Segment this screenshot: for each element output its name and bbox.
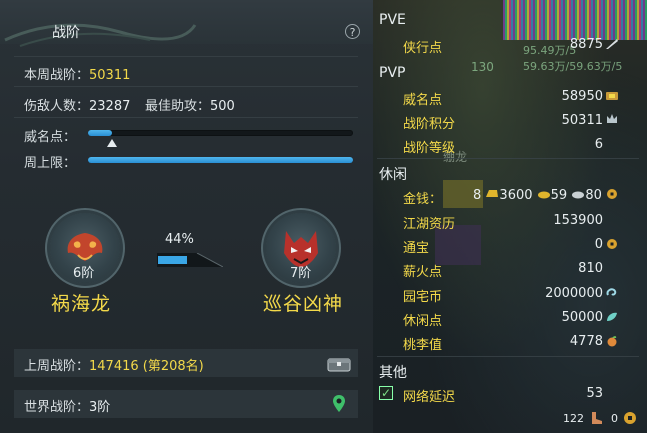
coin-icon	[607, 239, 617, 249]
leisure-item-label: 休闲点	[403, 314, 443, 329]
kills-value: 23287	[89, 99, 131, 114]
other-item-label: 网络延迟	[403, 390, 456, 405]
pvp-item-value: 6	[594, 137, 603, 152]
assist-value: 500	[210, 99, 235, 114]
fame-progress-bar	[88, 130, 353, 136]
gold-bar-icon	[486, 190, 499, 197]
footer-count: 122	[563, 412, 584, 425]
next-rank-level: 7阶	[290, 266, 312, 281]
pve-header: PVE	[379, 12, 406, 28]
badge-icon	[606, 92, 618, 100]
silver-count: 59	[550, 188, 568, 203]
rank-progress-percent: 44%	[165, 232, 194, 247]
leisure-item-value: 2000000	[545, 286, 603, 301]
world-rank-row: 世界战阶：3阶	[24, 396, 110, 415]
assist-label: 最佳助攻：	[145, 99, 211, 114]
background-glitch-stripes	[503, 0, 647, 40]
leisure-header: 休闲	[379, 167, 407, 183]
copper-count: 80	[585, 188, 602, 203]
last-week-value: 147416 (第208名)	[89, 359, 204, 374]
leisure-item-value: 4778	[569, 334, 603, 349]
pvp-item-label: 战阶等级	[403, 141, 456, 156]
pve-item-label: 侠行点	[403, 41, 443, 56]
gold-ingot-icon	[537, 191, 550, 199]
silver-ingot-icon	[572, 191, 585, 199]
kills-row: 伤敌人数：23287	[24, 95, 130, 114]
leisure-item-value: 153900	[553, 213, 603, 228]
copper-coin-icon	[607, 189, 618, 199]
next-rank-name: 巡谷凶神	[263, 293, 344, 315]
world-rank-label: 世界战阶：	[24, 400, 90, 415]
divider	[377, 158, 639, 159]
map-pin-icon[interactable]	[332, 394, 346, 414]
leisure-item-label: 江湖资历	[403, 217, 456, 232]
fame-progress-fill	[88, 130, 112, 136]
leisure-item-label: 薪火点	[403, 265, 443, 280]
boot-icon	[592, 412, 602, 424]
crown-icon	[607, 114, 617, 123]
gold-ingot-count: 8	[473, 188, 482, 203]
divider	[377, 356, 639, 357]
weekly-cap-bar	[88, 157, 353, 163]
help-button[interactable]: ?	[345, 24, 360, 39]
last-week-label: 上周战阶：	[24, 359, 90, 374]
panel-title: 战阶	[52, 25, 80, 41]
chest-icon[interactable]	[327, 356, 351, 372]
other-header: 其他	[379, 365, 407, 381]
peach-icon	[607, 336, 617, 347]
pvp-item-label: 威名点	[403, 93, 443, 108]
header-swirl-decoration	[4, 23, 197, 47]
gold-tael-count: 3600	[499, 188, 533, 203]
cap-label: 周上限：	[24, 156, 77, 171]
leisure-item-value: 0	[594, 237, 603, 252]
overlay-text: 59.63万/59.63万/5	[523, 60, 623, 73]
current-rank-level: 6阶	[73, 266, 95, 281]
weekly-cap-fill	[88, 157, 353, 163]
gold-amount: 8 3600 59 80	[473, 188, 618, 203]
weekly-rank-label: 本周战阶：	[24, 68, 90, 83]
divider	[14, 117, 358, 118]
overlay-text: 95.49万/5	[523, 44, 577, 57]
leisure-item-label: 通宝	[403, 241, 430, 256]
leisure-item-label: 园宅币	[403, 290, 443, 305]
overlay-text: 130	[471, 60, 494, 74]
gold-label: 金钱：	[403, 192, 443, 207]
rank-progress-bar	[157, 253, 223, 267]
quill-icon	[606, 39, 618, 49]
current-rank-name: 祸海龙	[51, 293, 112, 315]
pvp-item-label: 战阶积分	[403, 117, 456, 132]
leisure-item-value: 810	[578, 261, 603, 276]
other-item-value: 53	[586, 386, 603, 401]
leisure-item-label: 桃李值	[403, 338, 443, 353]
leisure-item-value: 50000	[561, 310, 603, 325]
footer-coins: 0	[611, 412, 618, 425]
weekly-rank-value: 50311	[89, 68, 131, 83]
fame-label: 威名点：	[24, 130, 77, 145]
kills-label: 伤敌人数：	[24, 99, 90, 114]
pve-item-value: 8875	[569, 37, 603, 52]
divider	[14, 86, 358, 87]
assist-row: 最佳助攻：500	[145, 95, 235, 114]
fame-progress-marker	[106, 139, 117, 147]
currency-panel: 绷龙 PVE 95.49万/5 59.63万/59.63万/5 130 侠行点 …	[373, 0, 647, 433]
weekly-rank-row: 本周战阶：50311	[24, 64, 130, 83]
copper-coin-icon	[624, 412, 636, 424]
warrank-panel: 战阶 ? 本周战阶：50311 伤敌人数：23287 最佳助攻：500 威名点：…	[0, 0, 373, 433]
last-week-row: 上周战阶：147416 (第208名)	[24, 355, 204, 374]
pvp-item-value: 58950	[561, 89, 603, 104]
network-latency-checkbox[interactable]: ✓	[379, 386, 393, 400]
leaf-icon	[607, 312, 617, 321]
swirl-icon	[606, 288, 617, 296]
world-rank-value: 3阶	[89, 400, 111, 415]
divider	[14, 56, 358, 57]
pvp-header: PVP	[379, 65, 406, 81]
pvp-item-value: 50311	[561, 113, 603, 128]
